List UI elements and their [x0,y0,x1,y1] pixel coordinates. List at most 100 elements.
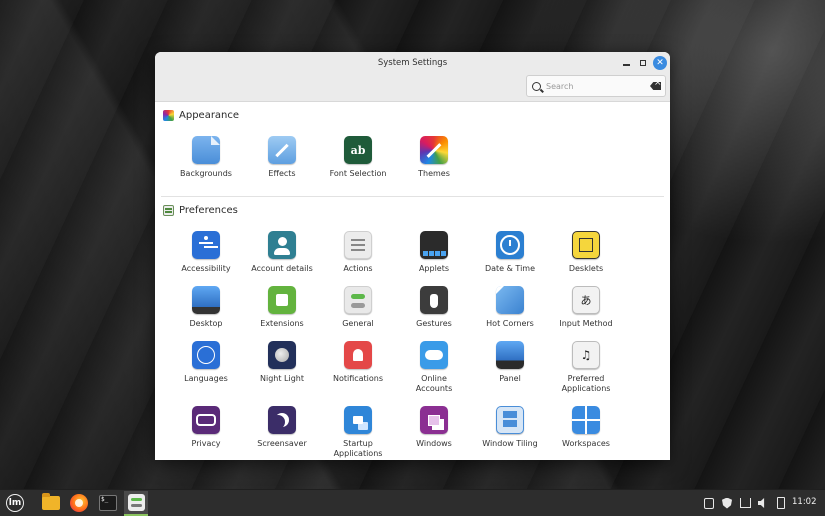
themes-icon [420,136,448,164]
input-method-icon: あ [572,286,600,314]
taskbar: lm $_ 11:02 [0,489,825,516]
settings-item-font-selection[interactable]: ab Font Selection [320,136,396,179]
item-label: Effects [268,169,296,178]
minimize-icon [622,64,630,66]
item-label: Font Selection [329,169,387,178]
settings-item-window-tiling[interactable]: Window Tiling [472,406,548,449]
tray-calendar-applet[interactable] [702,496,716,510]
settings-item-languages[interactable]: Languages [168,341,244,384]
appearance-section-header: Appearance [163,110,239,121]
close-button[interactable]: ✕ [653,56,667,70]
settings-item-input-method[interactable]: あ Input Method [548,286,624,329]
date-time-icon [496,231,524,259]
item-label: Date & Time [484,264,536,273]
item-label: Actions [343,264,373,273]
settings-item-workspaces[interactable]: Workspaces [548,406,624,449]
files-launcher[interactable] [39,492,63,514]
item-label: Startup Applications [333,439,383,458]
settings-item-backgrounds[interactable]: Backgrounds [168,136,244,179]
settings-item-general[interactable]: General [320,286,396,329]
item-label: Themes [418,169,450,178]
general-icon [344,286,372,314]
font-glyph: ab [350,143,366,157]
settings-item-privacy[interactable]: Privacy [168,406,244,449]
settings-item-effects[interactable]: Effects [244,136,320,179]
tray-power[interactable] [774,496,788,510]
item-label: Gestures [416,319,452,328]
search-input[interactable] [546,81,646,91]
settings-item-account-details[interactable]: Account details [244,231,320,274]
item-label: Backgrounds [180,169,232,178]
panel-icon [496,341,524,369]
preferred-applications-icon: ♫ [572,341,600,369]
hot-corners-icon [496,286,524,314]
settings-item-panel[interactable]: Panel [472,341,548,384]
font-selection-icon: ab [344,136,372,164]
appearance-section-title: Appearance [179,110,240,121]
search-box[interactable] [526,75,666,97]
extensions-icon [268,286,296,314]
privacy-icon [192,406,220,434]
startup-applications-icon [344,406,372,434]
settings-item-actions[interactable]: Actions [320,231,396,274]
settings-item-hot-corners[interactable]: Hot Corners [472,286,548,329]
menu-button[interactable]: lm [3,492,27,514]
settings-item-notifications[interactable]: Notifications [320,341,396,384]
settings-item-night-light[interactable]: Night Light [244,341,320,384]
system-settings-window: System Settings ✕ Appearance Backgrounds… [155,52,670,460]
settings-item-extensions[interactable]: Extensions [244,286,320,329]
battery-icon [777,497,785,509]
settings-item-desklets[interactable]: Desklets [548,231,624,274]
maximize-button[interactable] [636,56,650,70]
gestures-icon [420,286,448,314]
item-label: Input Method [559,319,613,328]
preferences-section-header: Preferences [163,205,238,216]
firefox-launcher[interactable] [67,492,91,514]
accessibility-icon [192,231,220,259]
actions-icon [344,231,372,259]
tray-network[interactable] [738,496,752,510]
clock[interactable]: 11:02 [792,497,817,507]
item-label: Account details [251,264,313,273]
item-label: Windows [416,439,452,448]
account-details-icon [268,231,296,259]
settings-item-gestures[interactable]: Gestures [396,286,472,329]
item-label: Night Light [260,374,304,383]
settings-item-online-accounts[interactable]: Online Accounts [396,341,472,394]
windows-icon [420,406,448,434]
title-bar[interactable]: System Settings ✕ [155,52,670,102]
maximize-icon [640,60,646,66]
item-label: Accessibility [181,264,231,273]
tray-update-manager[interactable] [720,496,734,510]
item-label: Window Tiling [482,439,538,448]
desklets-icon [572,231,600,259]
tray-volume[interactable] [756,496,770,510]
minimize-button[interactable] [619,56,633,70]
firefox-icon [70,494,88,512]
search-icon [532,81,541,91]
settings-item-themes[interactable]: Themes [396,136,472,179]
settings-item-windows[interactable]: Windows [396,406,472,449]
backgrounds-icon [192,136,220,164]
item-label: Online Accounts [415,374,453,393]
system-settings-task-button[interactable] [124,491,148,516]
appearance-icon [163,110,174,121]
item-label: Hot Corners [486,319,534,328]
screensaver-icon [268,406,296,434]
settings-item-preferred-applications[interactable]: ♫ Preferred Applications [548,341,624,394]
settings-item-desktop[interactable]: Desktop [168,286,244,329]
item-label: Privacy [191,439,221,448]
settings-item-date-time[interactable]: Date & Time [472,231,548,274]
settings-item-startup-applications[interactable]: Startup Applications [320,406,396,459]
effects-icon [268,136,296,164]
notifications-icon [344,341,372,369]
settings-item-screensaver[interactable]: Screensaver [244,406,320,449]
settings-item-accessibility[interactable]: Accessibility [168,231,244,274]
shield-icon [722,497,732,509]
preferences-section-title: Preferences [179,205,238,216]
settings-item-applets[interactable]: Applets [396,231,472,274]
clear-search-icon[interactable] [650,82,661,90]
network-icon [739,498,751,508]
volume-icon [757,498,765,508]
terminal-launcher[interactable]: $_ [96,492,120,514]
